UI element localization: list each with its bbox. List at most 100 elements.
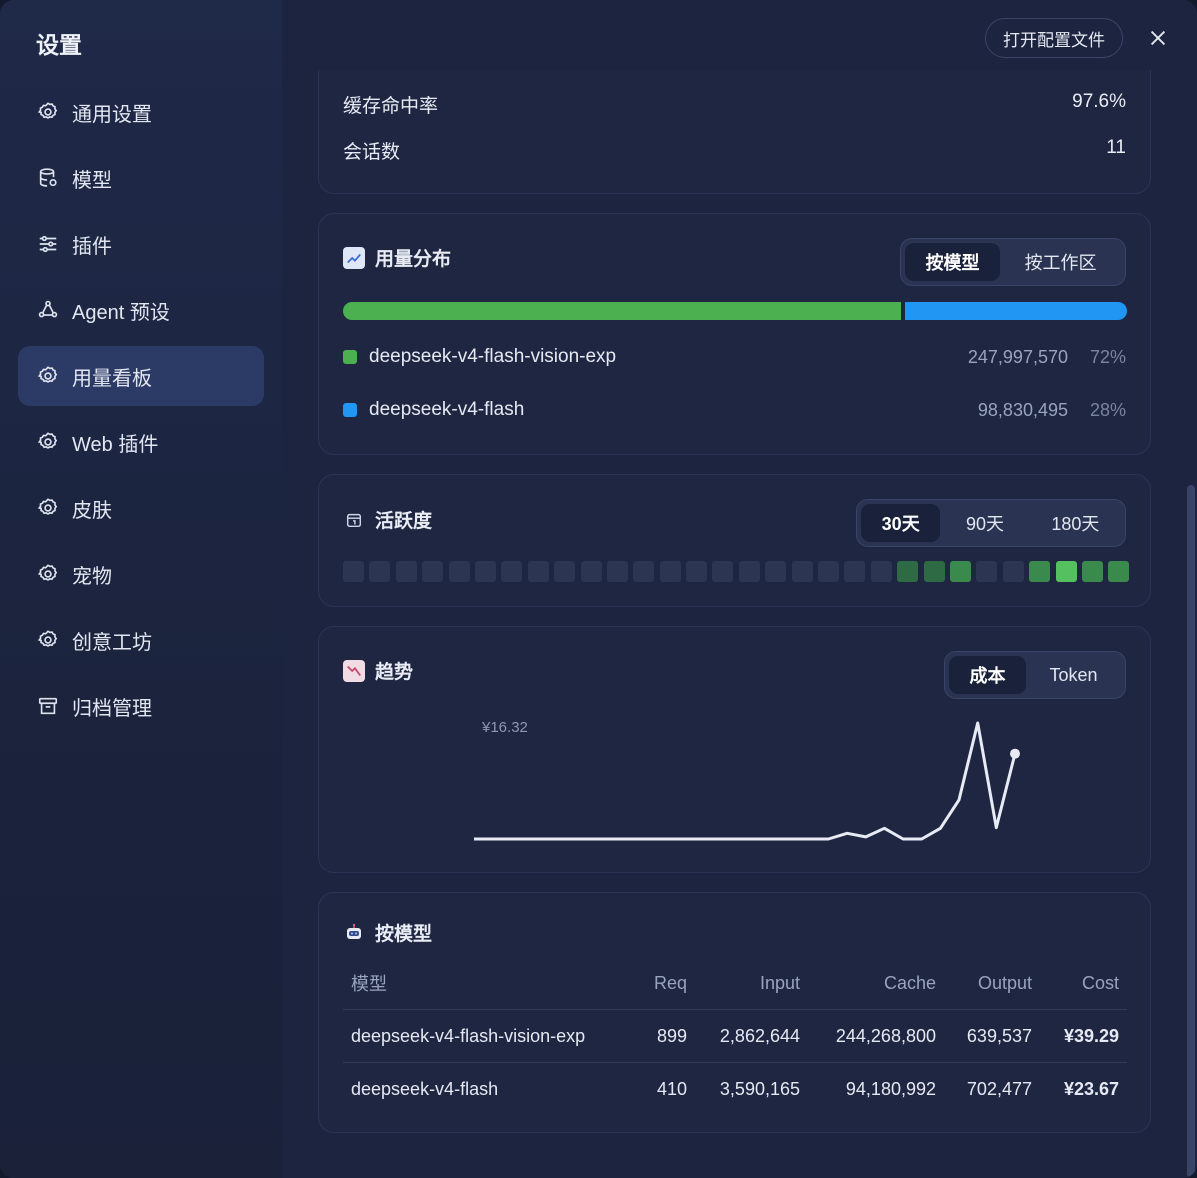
- sidebar-item-workshop[interactable]: 创意工坊: [18, 610, 264, 670]
- cell-output: 702,477: [966, 1078, 1032, 1099]
- activity-day-cell: [1081, 561, 1103, 582]
- usage-distribution-card: 用量分布 按模型 按工作区 deepseek-v4-flash-vision-e…: [318, 213, 1151, 455]
- activity-day-cell: [949, 561, 971, 582]
- sidebar-item-label: 插件: [72, 235, 112, 258]
- sidebar-item-skins[interactable]: 皮肤: [18, 478, 264, 538]
- trend-line-chart: [474, 721, 1020, 841]
- cell-input: 3,590,165: [719, 1078, 800, 1099]
- column-header-req: Req: [616, 957, 687, 1010]
- sidebar-item-models[interactable]: 模型: [18, 148, 264, 208]
- sessions-value: 11: [1106, 137, 1126, 158]
- usage-distribution-header: 用量分布: [343, 244, 451, 271]
- sidebar-item-web-plugins[interactable]: Web 插件: [18, 412, 264, 472]
- activity-day-cell: [343, 561, 364, 582]
- legend-tokens: 247,997,570: [967, 346, 1068, 367]
- main-panel: 打开配置文件 缓存命中率 97.6% 会话数 11 用量分布 按模型 按工作区 …: [282, 0, 1197, 1178]
- column-header-model: 模型: [343, 957, 616, 1010]
- top-bar: 打开配置文件: [282, 0, 1197, 70]
- activity-day-cell: [897, 561, 919, 582]
- table-header-row: 模型 Req Input Cache Output Cost: [343, 957, 1127, 1010]
- open-config-button[interactable]: 打开配置文件: [985, 18, 1123, 58]
- legend-percent: 28%: [1089, 399, 1126, 420]
- trend-series-line: [474, 721, 1017, 841]
- activity-day-cell: [1055, 561, 1077, 582]
- chart-up-icon: [343, 246, 365, 269]
- sidebar-item-label: Agent 预设: [72, 301, 170, 324]
- database-icon: [36, 166, 60, 190]
- activity-day-cell: [738, 561, 760, 582]
- activity-day-cell: [369, 561, 391, 582]
- column-header-output: Output: [936, 957, 1032, 1010]
- sidebar-item-label: 归档管理: [72, 697, 152, 720]
- tab-30-days[interactable]: 30天: [861, 504, 941, 542]
- activity-day-cell: [554, 561, 576, 582]
- agent-icon: [36, 298, 60, 322]
- activity-day-cell: [659, 561, 681, 582]
- gear-icon: [36, 496, 60, 520]
- legend-percent: 72%: [1089, 346, 1126, 367]
- activity-day-cell: [686, 561, 708, 582]
- gear-icon: [36, 562, 60, 586]
- tab-180-days[interactable]: 180天: [1030, 504, 1121, 542]
- table-row: deepseek-v4-flash 410 3,590,165 94,180,9…: [343, 1063, 1127, 1116]
- activity-day-cell: [791, 561, 813, 582]
- activity-day-cell: [474, 561, 496, 582]
- legend-model-name: deepseek-v4-flash-vision-exp: [369, 346, 617, 367]
- activity-day-cell: [448, 561, 470, 582]
- usage-distribution-title: 用量分布: [375, 249, 452, 270]
- tab-by-workspace[interactable]: 按工作区: [1000, 243, 1121, 281]
- cache-hit-row: 缓存命中率 97.6%: [343, 91, 1126, 118]
- archive-icon: [36, 694, 60, 718]
- trend-last-point: [1010, 748, 1020, 759]
- cell-cost: ¥39.29: [1032, 1009, 1127, 1063]
- cell-cache: 94,180,992: [845, 1078, 936, 1099]
- activity-day-cell: [818, 561, 840, 582]
- sidebar-item-label: 创意工坊: [72, 631, 152, 654]
- cache-hit-value: 97.6%: [1072, 91, 1126, 112]
- window-title: 设置: [36, 32, 82, 58]
- activity-header: 活跃度: [343, 506, 432, 533]
- tab-by-model[interactable]: 按模型: [905, 243, 1001, 281]
- sidebar-item-usage-dashboard[interactable]: 用量看板: [18, 346, 264, 406]
- activity-day-cell: [606, 561, 628, 582]
- robot-icon: [343, 922, 365, 944]
- activity-day-cell: [870, 561, 892, 582]
- sidebar-item-agent-presets[interactable]: Agent 预设: [18, 280, 264, 340]
- sidebar-item-pets[interactable]: 宠物: [18, 544, 264, 604]
- sidebar-item-archive[interactable]: 归档管理: [18, 676, 264, 736]
- usage-share-bar: [343, 302, 1127, 320]
- activity-day-cell: [580, 561, 602, 582]
- trend-card: 趋势 成本 Token ¥16.32: [318, 626, 1151, 873]
- activity-day-cell: [765, 561, 787, 582]
- tab-90-days[interactable]: 90天: [940, 504, 1029, 542]
- activity-day-cell: [395, 561, 417, 582]
- column-header-cache: Cache: [800, 957, 936, 1010]
- sidebar-item-general[interactable]: 通用设置: [18, 82, 264, 142]
- sliders-icon: [36, 232, 60, 256]
- legend-swatch-blue: [343, 403, 357, 417]
- gear-icon: [36, 100, 60, 124]
- by-model-card: 按模型 模型 Req Input Cache Output Cost deeps…: [318, 892, 1151, 1133]
- legend-row: deepseek-v4-flash-vision-exp 247,997,570…: [343, 346, 1126, 368]
- cell-req: 899: [616, 1009, 687, 1063]
- activity-day-cell: [1002, 561, 1024, 582]
- sidebar-item-plugins[interactable]: 插件: [18, 214, 264, 274]
- activity-day-cell: [976, 561, 998, 582]
- activity-day-cell: [501, 561, 523, 582]
- usage-share-segment-vision-exp: [343, 302, 901, 320]
- cell-model: deepseek-v4-flash-vision-exp: [343, 1009, 616, 1063]
- usage-share-segment-flash: [905, 302, 1127, 320]
- cell-cost: ¥23.67: [1063, 1078, 1119, 1099]
- activity-heatmap: [343, 561, 1130, 582]
- activity-day-cell: [1029, 561, 1051, 582]
- by-model-header: 按模型: [343, 919, 432, 946]
- sidebar-item-label: 用量看板: [72, 367, 152, 390]
- close-button[interactable]: [1144, 24, 1172, 52]
- activity-day-cell: [527, 561, 549, 582]
- usage-tabs: 按模型 按工作区: [900, 238, 1126, 286]
- close-icon: [1150, 30, 1166, 46]
- cache-hit-label: 缓存命中率: [343, 96, 439, 117]
- calendar-icon: [343, 509, 365, 531]
- scrollbar-thumb[interactable]: [1187, 485, 1195, 1178]
- activity-day-cell: [712, 561, 734, 582]
